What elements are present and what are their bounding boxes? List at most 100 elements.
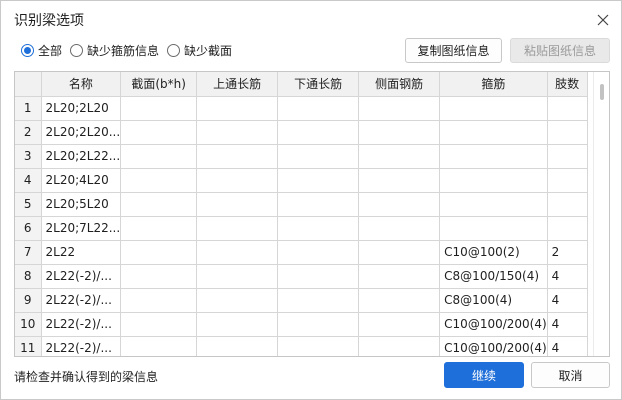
row-number[interactable]: 8 (15, 264, 42, 289)
legs-cell[interactable]: 2 (547, 240, 588, 265)
row-number[interactable]: 5 (15, 192, 42, 217)
column-header-bottom-rebar[interactable]: 下通长筋 (277, 72, 360, 97)
table-row[interactable]: 5 2L20;5L20 (15, 192, 588, 217)
side-rebar-cell[interactable] (358, 120, 441, 145)
stirrup-cell[interactable]: C8@100/150(4) (439, 264, 548, 289)
top-rebar-cell[interactable] (196, 192, 279, 217)
legs-cell[interactable]: 4 (547, 288, 588, 313)
bottom-rebar-cell[interactable] (277, 240, 360, 265)
side-rebar-cell[interactable] (358, 192, 441, 217)
side-rebar-cell[interactable] (358, 288, 441, 313)
row-number[interactable]: 11 (15, 336, 42, 356)
column-header-top-rebar[interactable]: 上通长筋 (196, 72, 279, 97)
section-cell[interactable] (120, 216, 198, 241)
table-row[interactable]: 10 2L22(-2)/... C10@100/200(4) 4 (15, 312, 588, 337)
bottom-rebar-cell[interactable] (277, 192, 360, 217)
column-header-section[interactable]: 截面(b*h) (120, 72, 198, 97)
stirrup-cell[interactable]: C10@100(2) (439, 240, 548, 265)
name-cell[interactable]: 2L20;4L20 (41, 168, 122, 193)
name-cell[interactable]: 2L20;5L20 (41, 192, 122, 217)
side-rebar-cell[interactable] (358, 240, 441, 265)
side-rebar-cell[interactable] (358, 144, 441, 169)
section-cell[interactable] (120, 96, 198, 121)
table-row[interactable]: 1 2L20;2L20 (15, 96, 588, 121)
legs-cell[interactable] (547, 216, 588, 241)
legs-cell[interactable] (547, 168, 588, 193)
name-cell[interactable]: 2L20;2L20... (41, 120, 122, 145)
section-cell[interactable] (120, 264, 198, 289)
legs-cell[interactable]: 4 (547, 264, 588, 289)
row-number[interactable]: 4 (15, 168, 42, 193)
column-header-stirrup[interactable]: 箍筋 (439, 72, 548, 97)
row-number[interactable]: 10 (15, 312, 42, 337)
row-number[interactable]: 9 (15, 288, 42, 313)
continue-button[interactable]: 继续 (444, 362, 524, 388)
table-row[interactable]: 6 2L20;7L22... (15, 216, 588, 241)
row-number[interactable]: 3 (15, 144, 42, 169)
side-rebar-cell[interactable] (358, 336, 441, 356)
section-cell[interactable] (120, 240, 198, 265)
row-number[interactable]: 6 (15, 216, 42, 241)
filter-all-radio[interactable]: 全部 (21, 42, 62, 59)
section-cell[interactable] (120, 336, 198, 356)
top-rebar-cell[interactable] (196, 96, 279, 121)
table-row[interactable]: 8 2L22(-2)/... C8@100/150(4) 4 (15, 264, 588, 289)
filter-missing-section-radio[interactable]: 缺少截面 (167, 42, 232, 59)
bottom-rebar-cell[interactable] (277, 216, 360, 241)
side-rebar-cell[interactable] (358, 264, 441, 289)
bottom-rebar-cell[interactable] (277, 144, 360, 169)
bottom-rebar-cell[interactable] (277, 120, 360, 145)
bottom-rebar-cell[interactable] (277, 288, 360, 313)
section-cell[interactable] (120, 288, 198, 313)
table-row[interactable]: 11 2L22(-2)/... C10@100/200(4) 4 (15, 336, 588, 356)
stirrup-cell[interactable]: C8@100(4) (439, 288, 548, 313)
table-row[interactable]: 2 2L20;2L20... (15, 120, 588, 145)
top-rebar-cell[interactable] (196, 120, 279, 145)
row-number[interactable]: 1 (15, 96, 42, 121)
bottom-rebar-cell[interactable] (277, 96, 360, 121)
top-rebar-cell[interactable] (196, 216, 279, 241)
stirrup-cell[interactable] (439, 168, 548, 193)
table-row[interactable]: 4 2L20;4L20 (15, 168, 588, 193)
top-rebar-cell[interactable] (196, 144, 279, 169)
side-rebar-cell[interactable] (358, 96, 441, 121)
top-rebar-cell[interactable] (196, 312, 279, 337)
stirrup-cell[interactable]: C10@100/200(4) (439, 312, 548, 337)
top-rebar-cell[interactable] (196, 168, 279, 193)
name-cell[interactable]: 2L22(-2)/... (41, 336, 122, 356)
name-cell[interactable]: 2L20;2L20 (41, 96, 122, 121)
table-row[interactable]: 9 2L22(-2)/... C8@100(4) 4 (15, 288, 588, 313)
name-cell[interactable]: 2L22(-2)/... (41, 312, 122, 337)
column-header-legs[interactable]: 肢数 (547, 72, 588, 97)
filter-missing-stirrup-radio[interactable]: 缺少箍筋信息 (70, 42, 159, 59)
legs-cell[interactable] (547, 120, 588, 145)
table-row[interactable]: 7 2L22 C10@100(2) 2 (15, 240, 588, 265)
top-rebar-cell[interactable] (196, 336, 279, 356)
row-number[interactable]: 2 (15, 120, 42, 145)
legs-cell[interactable] (547, 96, 588, 121)
name-cell[interactable]: 2L20;2L22... (41, 144, 122, 169)
paste-drawing-info-button[interactable]: 粘贴图纸信息 (510, 38, 610, 63)
stirrup-cell[interactable] (439, 120, 548, 145)
bottom-rebar-cell[interactable] (277, 168, 360, 193)
section-cell[interactable] (120, 144, 198, 169)
legs-cell[interactable] (547, 144, 588, 169)
legs-cell[interactable]: 4 (547, 336, 588, 356)
name-cell[interactable]: 2L20;7L22... (41, 216, 122, 241)
stirrup-cell[interactable]: C10@100/200(4) (439, 336, 548, 356)
bottom-rebar-cell[interactable] (277, 264, 360, 289)
name-cell[interactable]: 2L22 (41, 240, 122, 265)
stirrup-cell[interactable] (439, 216, 548, 241)
legs-cell[interactable]: 4 (547, 312, 588, 337)
top-rebar-cell[interactable] (196, 288, 279, 313)
column-header-name[interactable]: 名称 (41, 72, 122, 97)
bottom-rebar-cell[interactable] (277, 312, 360, 337)
side-rebar-cell[interactable] (358, 168, 441, 193)
bottom-rebar-cell[interactable] (277, 336, 360, 356)
vertical-scrollbar[interactable] (593, 72, 609, 356)
side-rebar-cell[interactable] (358, 216, 441, 241)
section-cell[interactable] (120, 312, 198, 337)
cancel-button[interactable]: 取消 (531, 362, 610, 388)
column-header-side-rebar[interactable]: 侧面钢筋 (358, 72, 441, 97)
stirrup-cell[interactable] (439, 144, 548, 169)
